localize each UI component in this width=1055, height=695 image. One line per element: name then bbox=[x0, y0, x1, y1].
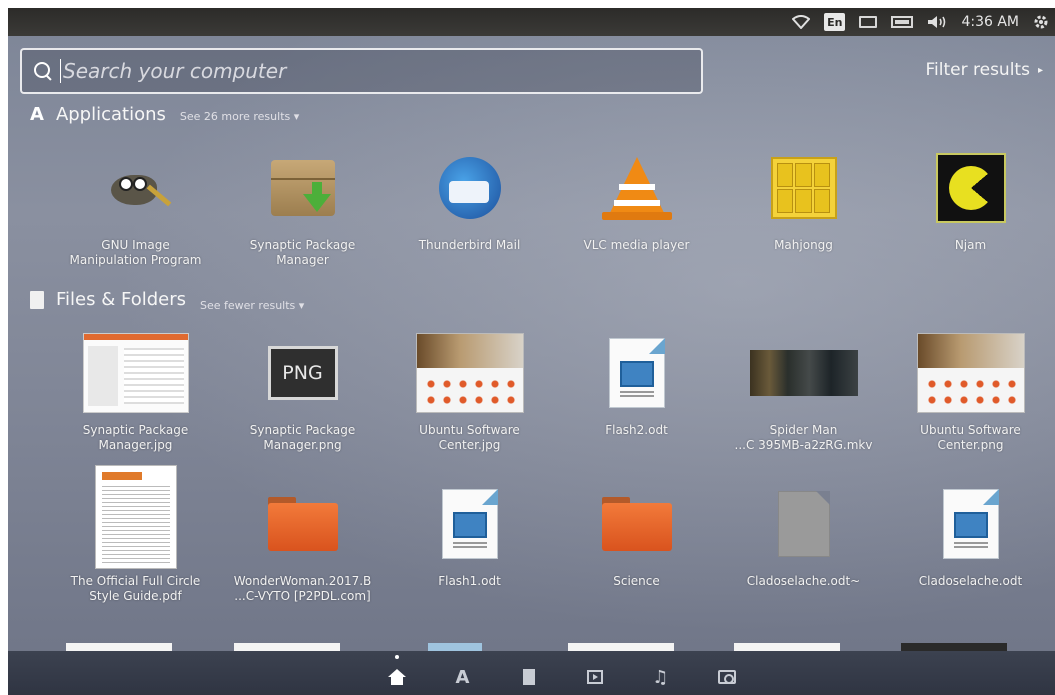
screenshot-thumbnail bbox=[82, 333, 189, 413]
music-lens-icon[interactable]: ♫ bbox=[648, 664, 674, 690]
app-label: Thunderbird Mail bbox=[418, 238, 521, 252]
file-tile[interactable]: The Official Full Circle Style Guide.pdf bbox=[52, 465, 219, 604]
vlc-icon bbox=[582, 148, 692, 228]
dash-overlay: En 4:36 AM Filter results ▸ A Applicatio… bbox=[8, 8, 1055, 695]
file-tile[interactable]: Ubuntu Software Center.png bbox=[887, 333, 1054, 453]
file-label: Science bbox=[613, 574, 660, 588]
synaptic-icon bbox=[270, 160, 335, 216]
video-lens-icon[interactable] bbox=[582, 664, 608, 690]
file-label: Flash1.odt bbox=[438, 574, 501, 588]
chevron-right-icon: ▸ bbox=[1037, 64, 1043, 76]
app-label: Njam bbox=[954, 238, 987, 252]
file-label: Spider Man ...C 395MB-a2zRG.mkv bbox=[734, 423, 873, 452]
file-tile[interactable]: Ubuntu Software Center.jpg bbox=[386, 333, 553, 453]
gimp-icon bbox=[101, 163, 171, 213]
blank-file-icon bbox=[777, 491, 830, 557]
file-label: Flash2.odt bbox=[605, 423, 668, 437]
file-label: Ubuntu Software Center.jpg bbox=[419, 423, 520, 452]
screen-left-border bbox=[0, 0, 8, 695]
screenshot-thumbnail bbox=[916, 333, 1025, 413]
file-tile[interactable]: Cladoselache.odt~ bbox=[720, 484, 887, 604]
video-thumbnail bbox=[749, 350, 858, 396]
text-cursor bbox=[60, 59, 61, 83]
njam-icon bbox=[935, 153, 1006, 223]
folder-icon bbox=[267, 497, 338, 551]
see-fewer-results-link[interactable]: See fewer results ▾ bbox=[200, 299, 304, 312]
clock-text[interactable]: 4:36 AM bbox=[961, 13, 1019, 31]
lens-bar: A ♫ bbox=[8, 651, 1055, 695]
files-grid-row-1: Synaptic Package Manager.jpg PNG Synapti… bbox=[52, 333, 1032, 453]
thunderbird-icon bbox=[438, 157, 501, 219]
file-icon bbox=[30, 290, 44, 309]
pdf-thumbnail bbox=[94, 465, 177, 569]
app-label: Mahjongg bbox=[774, 238, 833, 252]
file-tile[interactable]: PNG Synaptic Package Manager.png bbox=[219, 333, 386, 453]
screen-top-border bbox=[0, 0, 1055, 8]
mahjongg-icon bbox=[770, 157, 837, 219]
volume-icon[interactable] bbox=[927, 13, 947, 31]
battery-icon[interactable] bbox=[891, 13, 914, 31]
applications-lens-icon[interactable]: A bbox=[450, 664, 476, 690]
odt-document-icon bbox=[942, 489, 999, 559]
app-label: VLC media player bbox=[583, 238, 690, 252]
screenshot-thumbnail bbox=[415, 333, 524, 413]
file-tile[interactable]: Spider Man ...C 395MB-a2zRG.mkv bbox=[720, 333, 887, 453]
file-label: Synaptic Package Manager.png bbox=[249, 423, 356, 452]
search-box[interactable] bbox=[20, 48, 703, 94]
folder-icon bbox=[601, 497, 672, 551]
wifi-icon[interactable] bbox=[792, 13, 811, 31]
odt-document-icon bbox=[441, 489, 498, 559]
chevron-down-icon: ▾ bbox=[293, 109, 300, 123]
app-label: Synaptic Package Manager bbox=[249, 238, 356, 267]
applications-icon: A bbox=[30, 103, 44, 125]
applications-category-header: A Applications See 26 more results ▾ bbox=[30, 104, 299, 125]
filter-results-button[interactable]: Filter results ▸ bbox=[926, 60, 1044, 80]
app-label: GNU Image Manipulation Program bbox=[69, 238, 202, 267]
file-tile[interactable]: WonderWoman.2017.B ...C-VYTO [P2PDL.com] bbox=[219, 484, 386, 604]
file-label: Ubuntu Software Center.png bbox=[920, 423, 1021, 452]
file-label: WonderWoman.2017.B ...C-VYTO [P2PDL.com] bbox=[233, 574, 372, 603]
settings-gear-icon[interactable] bbox=[1033, 13, 1049, 31]
file-tile[interactable]: Science bbox=[553, 484, 720, 604]
search-input[interactable] bbox=[63, 59, 663, 83]
app-tile-njam[interactable]: Njam bbox=[887, 148, 1054, 268]
filter-results-label: Filter results bbox=[925, 60, 1030, 80]
app-tile-thunderbird[interactable]: Thunderbird Mail bbox=[386, 148, 553, 268]
see-more-results-link[interactable]: See 26 more results ▾ bbox=[180, 110, 299, 123]
top-panel: En 4:36 AM bbox=[8, 8, 1055, 36]
file-tile[interactable]: Synaptic Package Manager.jpg bbox=[52, 333, 219, 453]
app-tile-mahjongg[interactable]: Mahjongg bbox=[720, 148, 887, 268]
odt-document-icon bbox=[608, 338, 665, 408]
png-file-icon: PNG bbox=[267, 346, 338, 400]
chevron-down-icon: ▾ bbox=[298, 298, 305, 312]
file-label: The Official Full Circle Style Guide.pdf bbox=[70, 574, 201, 603]
files-category-header: Files & Folders See fewer results ▾ bbox=[30, 289, 304, 312]
applications-grid: GNU Image Manipulation Program Synaptic … bbox=[52, 148, 1032, 268]
file-label: Cladoselache.odt~ bbox=[746, 574, 861, 588]
file-label: Cladoselache.odt bbox=[918, 574, 1023, 588]
app-tile-vlc[interactable]: VLC media player bbox=[553, 148, 720, 268]
file-tile[interactable]: Flash2.odt bbox=[553, 333, 720, 453]
keyboard-layout-indicator[interactable]: En bbox=[824, 13, 846, 31]
files-lens-icon[interactable] bbox=[516, 664, 542, 690]
files-grid-row-2: The Official Full Circle Style Guide.pdf… bbox=[52, 465, 1032, 604]
file-label: Synaptic Package Manager.jpg bbox=[82, 423, 189, 452]
app-tile-synaptic[interactable]: Synaptic Package Manager bbox=[219, 148, 386, 268]
applications-title: Applications bbox=[55, 104, 166, 125]
mail-icon[interactable] bbox=[859, 13, 878, 31]
search-icon bbox=[34, 62, 52, 80]
photo-lens-icon[interactable] bbox=[714, 664, 740, 690]
file-tile[interactable]: Flash1.odt bbox=[386, 484, 553, 604]
file-tile[interactable]: Cladoselache.odt bbox=[887, 484, 1054, 604]
files-title: Files & Folders bbox=[56, 289, 186, 310]
app-tile-gimp[interactable]: GNU Image Manipulation Program bbox=[52, 148, 219, 268]
home-lens-icon[interactable] bbox=[384, 655, 410, 690]
